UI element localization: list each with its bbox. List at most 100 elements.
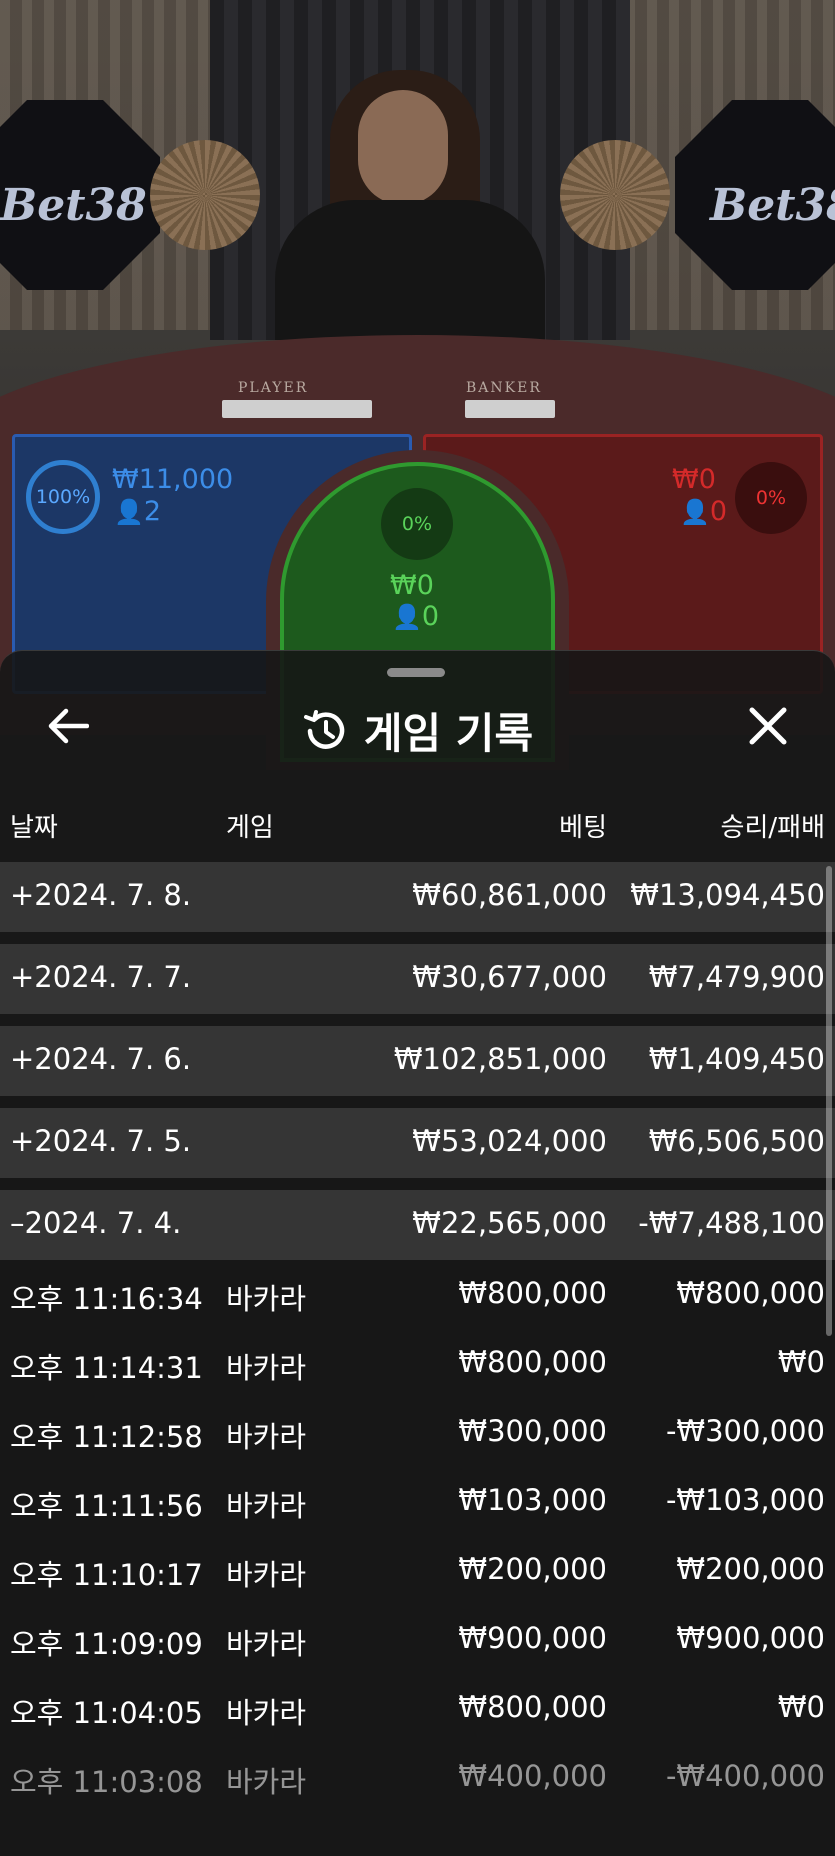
game-name: 바카라 (226, 1627, 307, 1661)
game-winloss: ₩0 (777, 1345, 825, 1379)
game-winloss: -₩300,000 (665, 1414, 825, 1448)
dealer-face (358, 90, 448, 205)
day-row[interactable]: +2024. 7. 7. ₩30,677,000 ₩7,479,900 (0, 944, 835, 1014)
table-label-player: PLAYER (238, 380, 309, 396)
game-bet: ₩800,000 (458, 1345, 607, 1379)
person-icon: 👤 (680, 498, 710, 526)
close-icon (749, 707, 787, 745)
game-winloss: ₩0 (777, 1690, 825, 1724)
day-date: +2024. 7. 6. (10, 1042, 192, 1076)
player-bet-amount: ₩11,000 (112, 464, 234, 495)
game-name: 바카라 (226, 1558, 307, 1592)
day-bet: ₩30,677,000 (412, 960, 607, 994)
close-button[interactable] (740, 698, 796, 754)
day-row-expanded[interactable]: –2024. 7. 4. ₩22,565,000 -₩7,488,100 (0, 1190, 835, 1260)
game-bet: ₩300,000 (458, 1414, 607, 1448)
table-label-banker: BANKER (466, 380, 542, 396)
game-bet: ₩400,000 (458, 1759, 607, 1793)
game-winloss: -₩103,000 (665, 1483, 825, 1517)
game-bet: ₩200,000 (458, 1552, 607, 1586)
game-time: 오후 11:04:05 (10, 1696, 203, 1730)
game-winloss: ₩200,000 (676, 1552, 825, 1586)
person-icon: 👤 (392, 603, 422, 631)
banker-cards (465, 400, 555, 418)
game-name: 바카라 (226, 1282, 307, 1316)
brand-logo-right: Bet38 (710, 180, 835, 231)
day-winloss: ₩1,409,450 (648, 1042, 825, 1076)
scrollbar[interactable] (826, 866, 832, 1336)
game-row[interactable]: 오후 11:11:56 바카라 ₩103,000 -₩103,000 (0, 1467, 835, 1536)
game-time: 오후 11:14:31 (10, 1351, 203, 1385)
game-bet: ₩800,000 (458, 1276, 607, 1310)
drag-handle[interactable] (387, 668, 445, 677)
game-name: 바카라 (226, 1351, 307, 1385)
day-bet: ₩102,851,000 (393, 1042, 607, 1076)
day-bet: ₩60,861,000 (412, 878, 607, 912)
player-percent-ring: 100% (26, 460, 100, 534)
day-date: –2024. 7. 4. (10, 1206, 182, 1240)
column-bet: 베팅 (559, 813, 607, 843)
sheet-header: 게임 기록 (0, 686, 835, 766)
player-bettors: 👤2 (114, 496, 161, 527)
game-name: 바카라 (226, 1420, 307, 1454)
person-icon: 👤 (114, 498, 144, 526)
day-date: +2024. 7. 8. (10, 878, 192, 912)
player-bettor-count: 2 (143, 496, 162, 527)
game-time: 오후 11:12:58 (10, 1420, 203, 1454)
banker-percent-ring: 0% (735, 462, 807, 534)
tie-percent-ring: 0% (381, 488, 453, 560)
game-row[interactable]: 오후 11:10:17 바카라 ₩200,000 ₩200,000 (0, 1536, 835, 1605)
game-bet: ₩800,000 (458, 1690, 607, 1724)
history-table-header: 날짜 게임 베팅 승리/패배 (0, 801, 835, 851)
day-winloss: -₩7,488,100 (638, 1206, 825, 1240)
decor-fan-right (560, 140, 670, 250)
history-rows: +2024. 7. 8. ₩60,861,000 ₩13,094,450 +20… (0, 862, 835, 1812)
day-winloss: ₩13,094,450 (630, 878, 825, 912)
tie-bettors: 👤0 (392, 601, 439, 632)
game-name: 바카라 (226, 1489, 307, 1523)
sheet-title: 게임 기록 (363, 709, 534, 758)
game-bet: ₩900,000 (458, 1621, 607, 1655)
game-row[interactable]: 오후 11:09:09 바카라 ₩900,000 ₩900,000 (0, 1605, 835, 1674)
day-row[interactable]: +2024. 7. 5. ₩53,024,000 ₩6,506,500 (0, 1108, 835, 1178)
game-row[interactable]: 오후 11:12:58 바카라 ₩300,000 -₩300,000 (0, 1398, 835, 1467)
game-winloss: ₩900,000 (676, 1621, 825, 1655)
day-row[interactable]: +2024. 7. 6. ₩102,851,000 ₩1,409,450 (0, 1026, 835, 1096)
game-time: 오후 11:09:09 (10, 1627, 203, 1661)
game-row[interactable]: 오후 11:14:31 바카라 ₩800,000 ₩0 (0, 1329, 835, 1398)
game-row[interactable]: 오후 11:04:05 바카라 ₩800,000 ₩0 (0, 1674, 835, 1743)
game-winloss: ₩800,000 (676, 1276, 825, 1310)
game-row[interactable]: 오후 11:03:08 바카라 ₩400,000 -₩400,000 (0, 1743, 835, 1812)
game-name: 바카라 (226, 1696, 307, 1730)
game-time: 오후 11:10:17 (10, 1558, 203, 1592)
history-clock-icon (303, 709, 345, 749)
day-winloss: ₩7,479,900 (648, 960, 825, 994)
game-time: 오후 11:03:08 (10, 1765, 203, 1799)
banker-bettors: 👤0 (680, 496, 727, 527)
day-bet: ₩53,024,000 (412, 1124, 607, 1158)
decor-fan-left (150, 140, 260, 250)
column-date: 날짜 (10, 813, 58, 843)
day-date: +2024. 7. 5. (10, 1124, 192, 1158)
game-history-sheet: 게임 기록 날짜 게임 베팅 승리/패배 +2024. 7. 8. ₩60,86… (0, 650, 835, 1856)
player-cards (222, 400, 372, 418)
day-bet: ₩22,565,000 (412, 1206, 607, 1240)
day-winloss: ₩6,506,500 (648, 1124, 825, 1158)
game-row[interactable]: 오후 11:16:34 바카라 ₩800,000 ₩800,000 (0, 1260, 835, 1329)
day-date: +2024. 7. 7. (10, 960, 192, 994)
dealer-body (275, 200, 545, 340)
game-time: 오후 11:11:56 (10, 1489, 203, 1523)
banker-bet-amount: ₩0 (672, 464, 716, 495)
game-winloss: -₩400,000 (665, 1759, 825, 1793)
tie-bet-amount: ₩0 (390, 570, 434, 601)
game-name: 바카라 (226, 1765, 307, 1799)
sheet-title-group: 게임 기록 (0, 700, 835, 761)
tie-bettor-count: 0 (421, 601, 440, 632)
game-time: 오후 11:16:34 (10, 1282, 203, 1316)
column-game: 게임 (226, 813, 274, 843)
game-bet: ₩103,000 (458, 1483, 607, 1517)
column-winloss: 승리/패배 (720, 813, 825, 843)
brand-logo-left: Bet38 (0, 180, 147, 231)
banker-bettor-count: 0 (709, 496, 728, 527)
day-row[interactable]: +2024. 7. 8. ₩60,861,000 ₩13,094,450 (0, 862, 835, 932)
